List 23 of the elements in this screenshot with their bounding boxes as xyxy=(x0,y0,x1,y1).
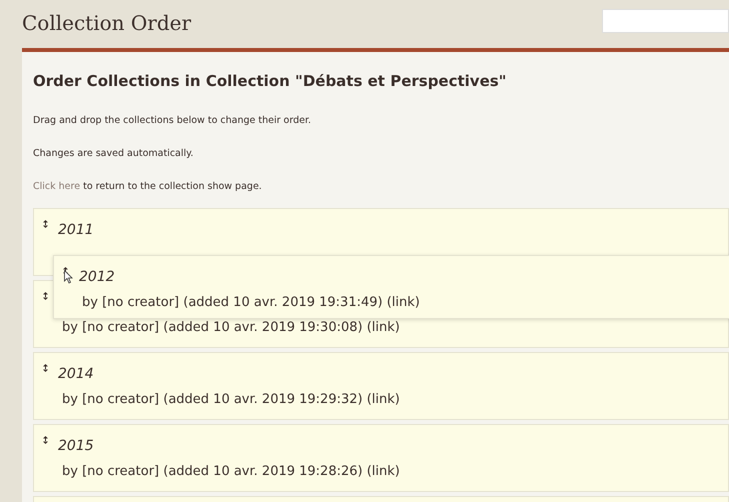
return-note: Click here to return to the collection show page. xyxy=(33,181,263,193)
drag-handle-icon[interactable] xyxy=(43,292,48,300)
section-heading: Order Collections in Collection "Débats et Perspectives" xyxy=(33,72,508,91)
collection-item[interactable]: 2014 by [no creator] (added 10 avr. 2019 19:29:32) (link) xyxy=(33,352,729,420)
dragged-collection-item[interactable]: 2012 by [no creator] (added 10 avr. 2019 19:31:49) (link) xyxy=(53,255,729,319)
drag-handle-icon[interactable] xyxy=(63,267,68,275)
collection-byline: by [no creator] (added 10 avr. 2019 19:31:49) (link) xyxy=(82,294,420,310)
collection-title: 2014 xyxy=(58,366,94,382)
instruction-text: Changes are saved automatically. xyxy=(33,148,194,160)
instruction-text: Drag and drop the collections below to change their order. xyxy=(33,115,312,127)
collection-title: 2015 xyxy=(58,438,94,454)
collection-byline: by [no creator] (added 10 avr. 2019 19:28:26) (link) xyxy=(62,464,400,478)
collection-title: 2011 xyxy=(58,222,94,238)
collection-byline: by [no creator] (added 10 avr. 2019 19:30:08) (link) xyxy=(62,320,400,334)
drag-handle-icon[interactable] xyxy=(43,220,48,228)
cursor-icon xyxy=(64,270,73,284)
collection-item[interactable]: 2015 by [no creator] (added 10 avr. 2019 19:28:26) (link) xyxy=(33,424,729,492)
drag-handle-icon[interactable] xyxy=(43,364,48,372)
search-field[interactable] xyxy=(602,9,729,33)
drag-handle-icon[interactable] xyxy=(43,436,48,444)
collection-byline: by [no creator] (added 10 avr. 2019 19:29:32) (link) xyxy=(62,392,400,406)
page-title: Collection Order xyxy=(22,11,192,35)
click-here-link[interactable]: Click here xyxy=(33,181,80,192)
